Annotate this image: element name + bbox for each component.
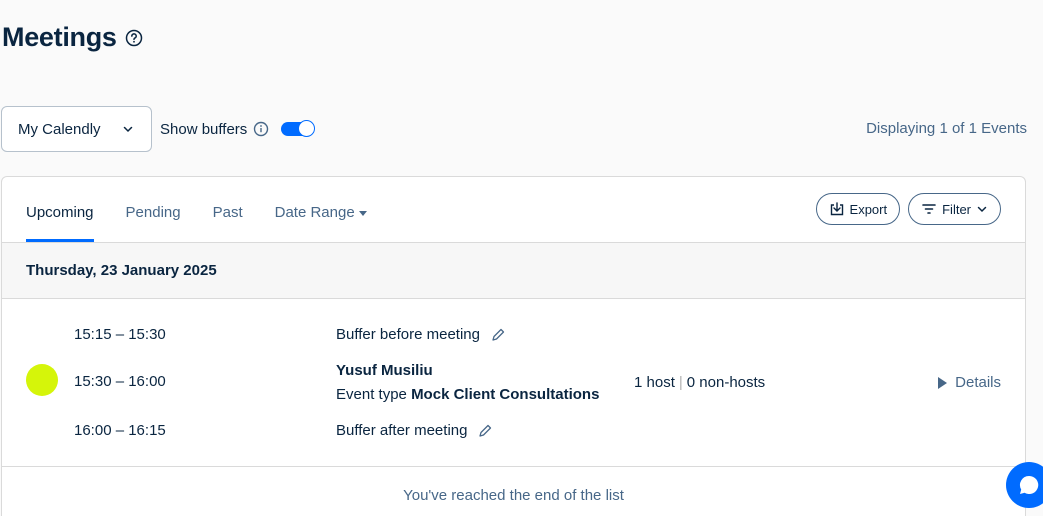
caret-down-icon <box>358 210 367 216</box>
pencil-icon[interactable] <box>477 423 493 439</box>
details-label: Details <box>955 374 1001 391</box>
non-hosts-count: 0 non-hosts <box>686 374 766 391</box>
page-header: Meetings <box>2 22 143 53</box>
tab-label: Upcoming <box>26 204 94 221</box>
controls-bar: My Calendly Show buffers Displaying 1 of… <box>1 106 1027 152</box>
event-type-prefix: Event type <box>336 386 407 403</box>
hosts-count: 1 host <box>634 374 675 391</box>
tab-label: Pending <box>125 204 181 221</box>
event-color-dot <box>26 364 58 396</box>
tab-actions: Export Filter <box>808 193 1001 225</box>
meeting-time: 15:30 – 16:00 <box>74 373 166 390</box>
invitee-name[interactable]: Yusuf Musiliu <box>336 362 433 379</box>
calendar-select[interactable]: My Calendly <box>1 106 152 152</box>
calendar-select-value: My Calendly <box>18 120 101 138</box>
export-button[interactable]: Export <box>815 193 901 225</box>
tab-bar: Upcoming Pending Past Date Range <box>26 177 399 242</box>
tab-label: Date Range <box>274 204 355 221</box>
info-icon[interactable] <box>253 121 269 137</box>
toggle-knob <box>298 120 316 137</box>
help-circle-icon[interactable] <box>125 29 143 47</box>
event-type-name: Mock Client Consultations <box>411 386 600 403</box>
tab-date-range[interactable]: Date Range <box>275 177 367 242</box>
show-buffers-label: Show buffers <box>160 120 248 138</box>
hosts-summary: 1 host | 0 non-hosts <box>634 374 765 391</box>
export-icon <box>830 202 843 216</box>
chat-icon <box>1019 475 1039 494</box>
filter-icon <box>922 204 936 214</box>
date-group-header: Thursday, 23 January 2025 <box>2 242 1025 299</box>
buffer-before-label: Buffer before meeting <box>336 326 480 343</box>
show-buffers-control: Show buffers <box>160 106 316 152</box>
separator: | <box>678 374 683 391</box>
buffer-after-time: 16:00 – 16:15 <box>74 422 166 439</box>
chevron-down-icon <box>977 206 987 213</box>
chevron-down-icon <box>121 122 135 136</box>
filter-label: Filter <box>942 201 971 217</box>
buffer-after-row: Buffer after meeting <box>336 422 493 439</box>
events-card: Upcoming Pending Past Date Range Export … <box>1 176 1026 516</box>
buffer-after-label: Buffer after meeting <box>336 422 468 439</box>
pencil-icon[interactable] <box>490 327 506 343</box>
details-button[interactable]: Details <box>938 374 1001 391</box>
play-triangle-icon <box>938 376 948 389</box>
event-type-line: Event type Mock Client Consultations <box>336 386 599 403</box>
page-title: Meetings <box>2 22 117 52</box>
filter-button[interactable]: Filter <box>908 193 1001 225</box>
end-of-list-text: You've reached the end of the list <box>403 487 624 504</box>
divider <box>2 466 1025 467</box>
buffer-before-row: Buffer before meeting <box>336 326 506 343</box>
tab-pending[interactable]: Pending <box>126 177 181 242</box>
tab-upcoming[interactable]: Upcoming <box>26 177 94 242</box>
export-label: Export <box>849 201 888 217</box>
buffer-before-time: 15:15 – 15:30 <box>74 326 166 343</box>
show-buffers-toggle[interactable] <box>281 120 316 137</box>
events-count-text: Displaying 1 of 1 Events <box>866 120 1027 137</box>
tab-past[interactable]: Past <box>213 177 243 242</box>
tab-label: Past <box>212 204 243 221</box>
